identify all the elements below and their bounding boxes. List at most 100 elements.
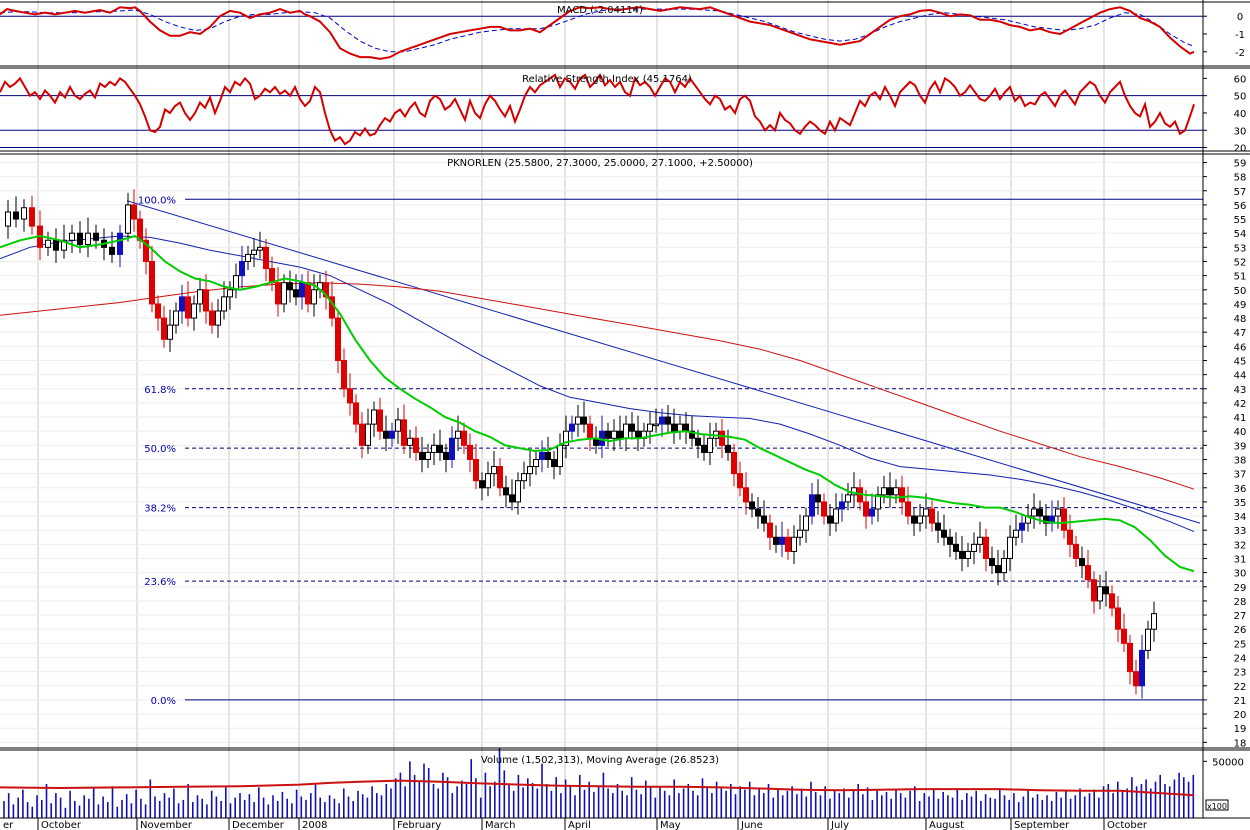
candle-body [473,458,479,482]
candle-body [833,508,839,524]
rsi-tick-label: 20 [1234,144,1247,155]
candle-body [155,303,161,319]
price-tick-label: 51 [1234,272,1247,283]
candle-body [293,289,299,298]
price-tick-label: 37 [1234,470,1247,481]
candle-body [239,260,245,277]
price-tick-label: 43 [1234,385,1247,396]
candle-body [869,508,875,517]
candle-body [263,246,269,270]
fibonacci-level-label: 61.8% [144,385,176,396]
candle-body [605,430,611,439]
rsi-line [0,72,1195,146]
macd-tick-label: -1 [1235,30,1245,41]
candle-body [1073,543,1079,559]
candle-body [1067,529,1073,545]
volume-title: Volume (1,502,313), Moving Average (26.8… [481,755,719,766]
macd-tick-label: 0 [1237,12,1243,23]
candle-body [1031,508,1037,517]
volume-scale-label: x100 [1207,802,1227,811]
candle-body [923,508,929,517]
candle-body [1037,508,1043,517]
candle-body [545,451,551,460]
candle-body [53,239,59,251]
candle-body [1151,613,1157,630]
candle-body [1001,557,1007,574]
price-tick-label: 49 [1234,300,1247,311]
candle-body [311,289,317,305]
candle-body [93,232,99,241]
candle-body [995,565,1001,574]
candle-body [827,515,833,524]
candle-body [353,402,359,425]
candle-body [1139,649,1145,687]
candle-body [737,473,743,489]
candle-body [227,289,233,298]
candle-body [743,487,749,503]
candle-body [821,501,827,517]
price-tick-label: 29 [1234,583,1247,594]
candle-body [695,437,701,446]
candle-body [449,437,455,460]
candle-body [1121,628,1127,644]
candle-body [893,487,899,496]
candle-body [617,430,623,439]
candle-body [635,430,641,439]
candle-body [845,494,851,503]
price-tick-label: 59 [1234,158,1247,169]
candle-body [557,444,563,468]
price-tick-label: 57 [1234,187,1247,198]
candle-body [797,529,803,538]
candle-body [881,487,887,496]
candle-body [983,536,989,559]
candle-body [117,232,123,255]
candle-body [251,249,257,255]
candle-body [21,207,27,220]
candle-body [1013,529,1019,538]
price-tick-label: 33 [1234,526,1247,537]
candle-body [491,466,497,475]
candle-body [623,423,629,439]
candle-body [455,430,461,439]
price-tick-label: 34 [1234,512,1247,523]
candle-body [677,423,683,432]
candle-body [971,543,977,552]
candle-body [85,232,91,246]
candle-body [497,466,503,489]
candle-body [803,515,809,531]
candle-body [1055,508,1061,517]
candle-body [755,508,761,517]
candle-body [719,430,725,446]
candle-body [701,444,707,453]
candle-body [347,388,353,404]
candle-body [1109,593,1115,609]
candle-body [443,451,449,460]
sma-100-line [0,235,1195,533]
fibonacci-level-label: 23.6% [144,577,176,588]
x-axis-label: December [232,820,285,830]
candle-body [815,494,821,503]
candle-body [647,423,653,432]
candle-body [365,423,371,446]
candle-body [779,536,785,545]
candle-body [1145,628,1151,651]
x-axis-label: 2008 [302,820,327,830]
candle-body [275,282,281,305]
fibonacci-level-label: 0.0% [151,696,176,707]
candle-body [161,317,167,340]
candle-body [179,296,185,312]
price-tick-label: 20 [1234,710,1247,721]
candle-body [761,515,767,524]
price-tick-label: 27 [1234,611,1247,622]
candle-body [131,204,137,220]
candle-body [863,501,869,517]
candle-body [45,239,51,248]
x-axis-label: March [485,820,515,830]
candle-body [905,501,911,517]
candle-body [611,430,617,439]
x-axis-label: October [41,820,82,830]
candle-body [5,211,11,227]
candle-body [809,494,815,517]
candle-body [731,451,737,475]
candle-body [659,416,665,425]
